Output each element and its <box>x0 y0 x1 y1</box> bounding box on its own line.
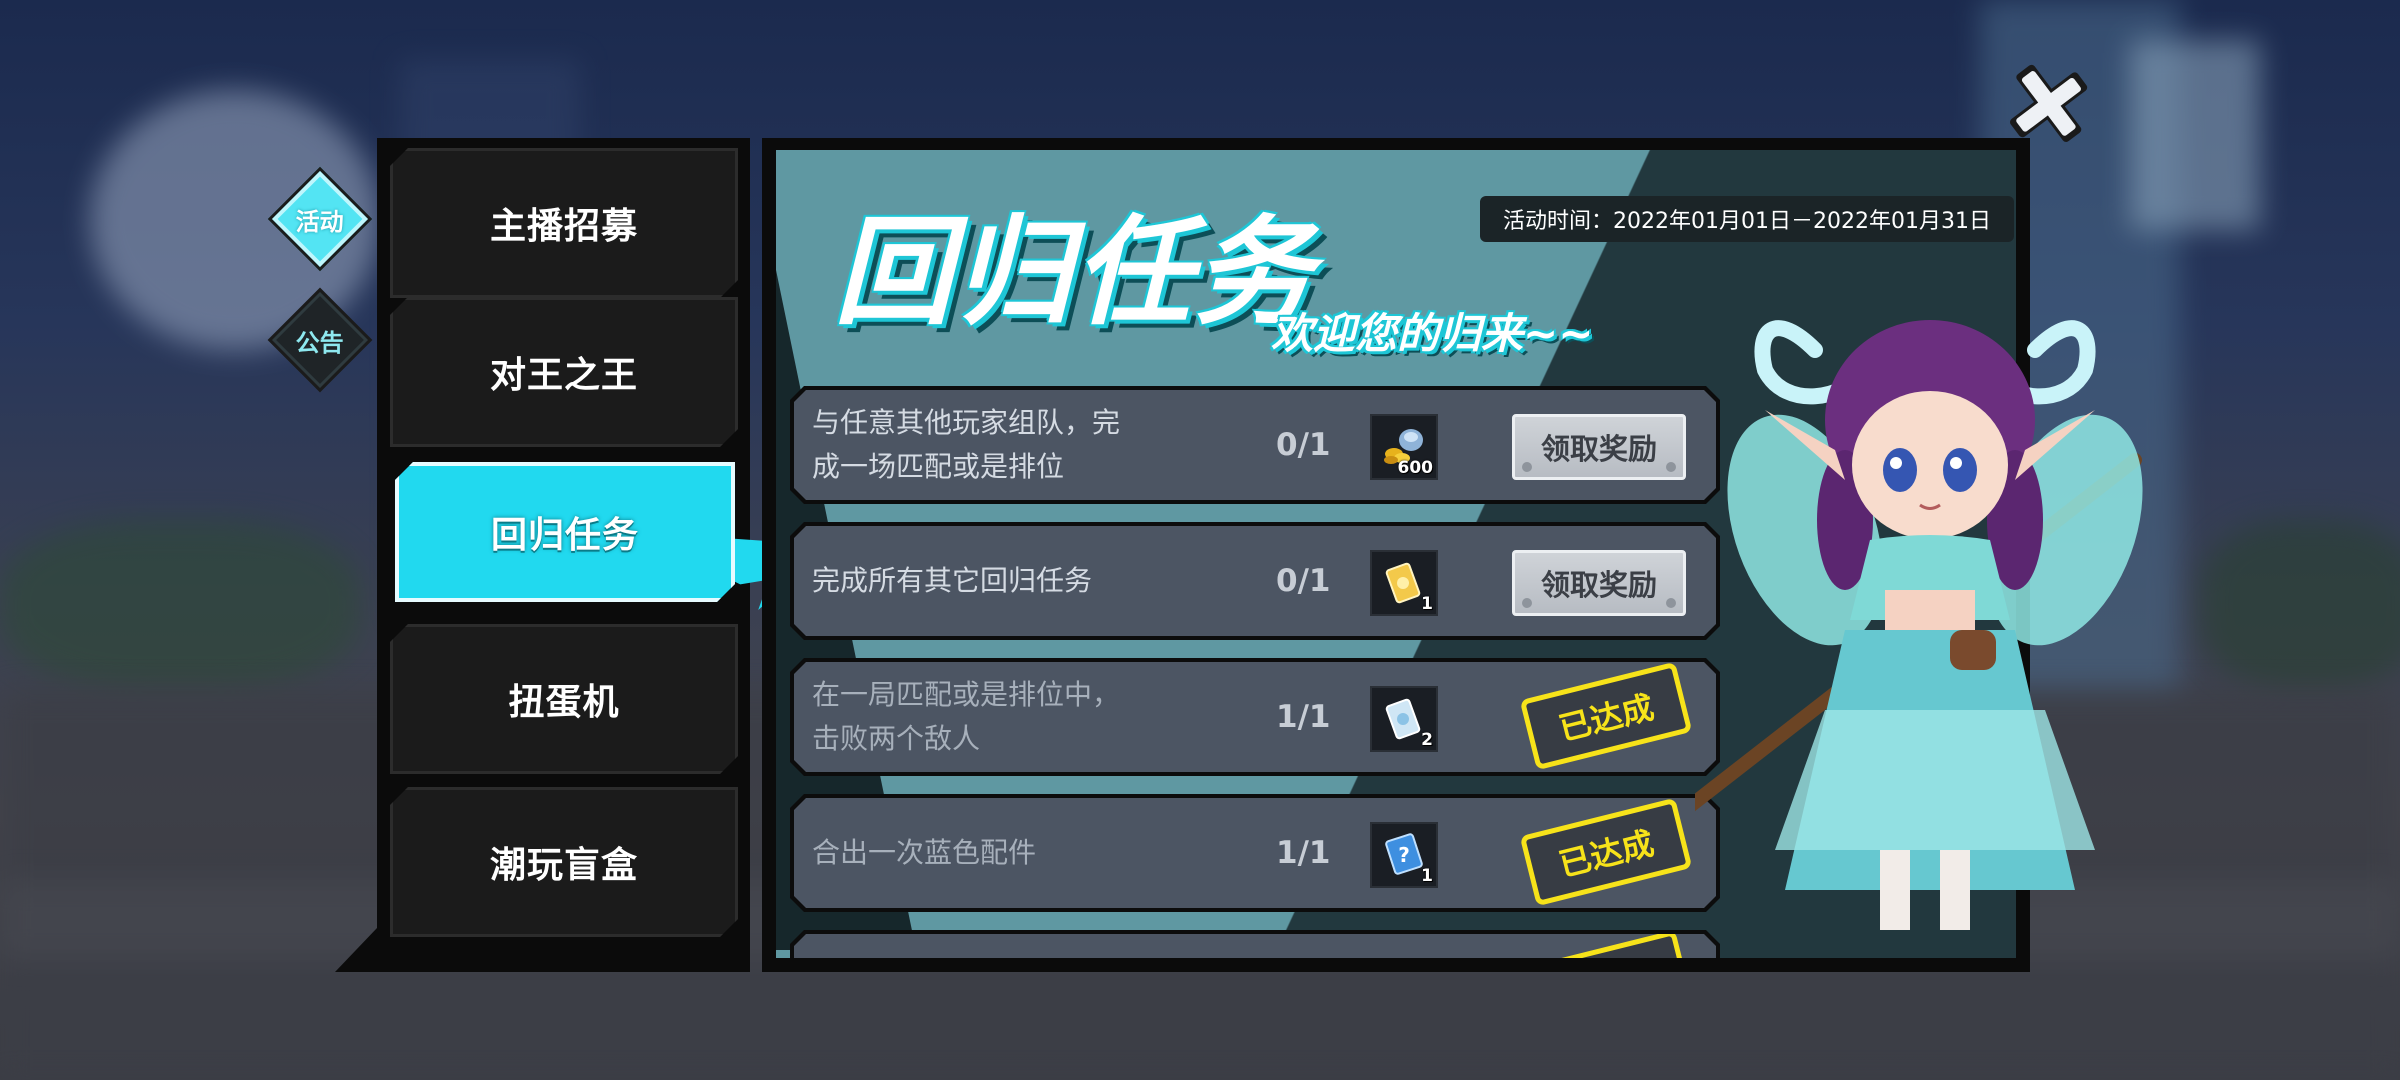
task-reward-slot[interactable]: 2 <box>1370 686 1438 752</box>
task-progress: 1/1 <box>1276 699 1331 735</box>
event-title: 回归任务 <box>834 203 1315 341</box>
task-row: 合出一次蓝色配件 1/1 ? 1 已达成 <box>790 794 1720 912</box>
event-time-badge: 活动时间：2022年01月01日－2022年01月31日 <box>1480 196 2014 242</box>
nav-item-king-of-kings[interactable]: 对王之王 <box>390 297 738 447</box>
nav-item-blind-box[interactable]: 潮玩盲盒 <box>390 787 738 937</box>
close-icon[interactable] <box>2000 56 2096 152</box>
fairy-character-illustration <box>1695 320 2143 930</box>
tab-activity-label: 活动 <box>296 207 344 236</box>
task-reward-slot[interactable]: 600 <box>1370 414 1438 480</box>
nav-item-gacha[interactable]: 扭蛋机 <box>390 624 738 774</box>
task-row <box>790 930 1720 958</box>
reward-count: 1 <box>1421 594 1433 614</box>
nav-item-label: 扭蛋机 <box>508 682 620 723</box>
nav-item-label: 潮玩盲盒 <box>489 845 638 886</box>
task-row: 在一局匹配或是排位中， 击败两个敌人 1/1 2 已达成 <box>790 658 1720 776</box>
completed-stamp <box>1520 930 1693 958</box>
task-row: 完成所有其它回归任务 0/1 1 领取奖励 <box>790 522 1720 640</box>
nav-item-streamer-recruit[interactable]: 主播招募 <box>390 148 738 298</box>
svg-text:?: ? <box>1398 843 1410 867</box>
reward-count: 600 <box>1397 458 1433 478</box>
task-description: 在一局匹配或是排位中， 击败两个敌人 <box>812 678 1121 755</box>
task-description: 与任意其他玩家组队，完 成一场匹配或是排位 <box>812 406 1121 483</box>
task-description: 完成所有其它回归任务 <box>812 564 1093 597</box>
completed-stamp: 已达成 <box>1520 662 1693 771</box>
completed-stamp: 已达成 <box>1520 798 1693 907</box>
task-progress: 0/1 <box>1276 563 1331 599</box>
reward-count: 2 <box>1421 730 1433 750</box>
task-progress: 0/1 <box>1276 427 1331 463</box>
task-progress: 1/1 <box>1276 835 1331 871</box>
claim-reward-button[interactable]: 领取奖励 <box>1512 414 1686 480</box>
task-description: 合出一次蓝色配件 <box>812 836 1037 869</box>
nav-item-return-tasks[interactable]: 回归任务 <box>395 462 735 602</box>
claim-reward-button[interactable]: 领取奖励 <box>1512 550 1686 616</box>
reward-count: 1 <box>1421 866 1433 886</box>
nav-item-label: 主播招募 <box>489 206 638 247</box>
event-subtitle: 欢迎您的归来~~ <box>1271 309 1594 358</box>
tab-announcement-label: 公告 <box>296 328 344 357</box>
task-row: 与任意其他玩家组队，完 成一场匹配或是排位 0/1 600 领取奖励 <box>790 386 1720 504</box>
nav-item-label: 回归任务 <box>490 515 639 556</box>
task-reward-slot[interactable]: 1 <box>1370 550 1438 616</box>
nav-item-label: 对王之王 <box>489 355 638 396</box>
task-reward-slot[interactable]: ? 1 <box>1370 822 1438 888</box>
